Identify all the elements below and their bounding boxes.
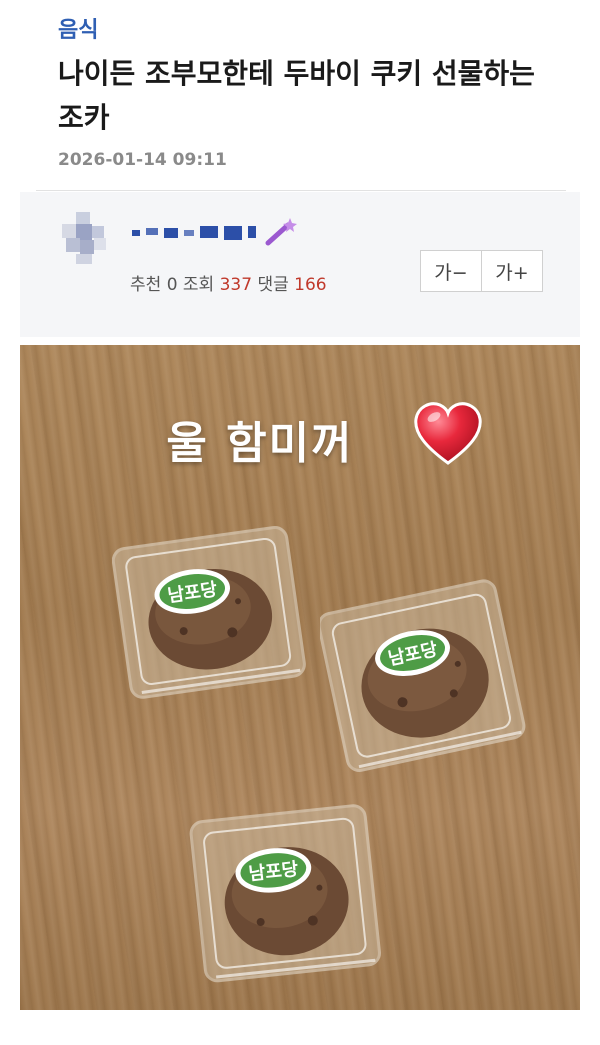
cookie-package: 남포당 xyxy=(188,795,388,995)
photo-caption-text: 울 함미꺼 xyxy=(166,418,354,469)
post-date: 2026-01-14 09:11 xyxy=(58,150,227,170)
cookie-package: 남포당 xyxy=(320,573,530,783)
photo-caption: 울 함미꺼 xyxy=(20,407,580,471)
comments-count[interactable]: 166 xyxy=(294,275,326,295)
post-category[interactable]: 음식 xyxy=(58,12,98,44)
wand-icon xyxy=(265,218,297,246)
views-count: 337 xyxy=(219,275,253,295)
recommend-label: 추천 xyxy=(130,275,162,295)
views-label: 조회 xyxy=(182,275,215,295)
heart-icon xyxy=(414,402,482,465)
avatar[interactable] xyxy=(62,212,114,264)
font-increase-button[interactable]: 가+ xyxy=(481,251,542,291)
post-stats: 추천 0 조회 337 댓글 166 xyxy=(130,270,327,295)
post-title: 나이든 조부모한테 두바이 쿠키 선물하는 조카 xyxy=(58,57,535,134)
divider xyxy=(36,190,566,191)
author-nickname[interactable] xyxy=(132,224,272,242)
cookie-package: 남포당 xyxy=(112,517,312,712)
recommend-count: 0 xyxy=(166,275,178,295)
post-photo[interactable]: 울 함미꺼 남포당 남포당 남포당 xyxy=(20,345,580,1010)
comments-label: 댓글 xyxy=(257,275,289,295)
font-size-controls: 가− 가+ xyxy=(420,250,543,292)
font-decrease-button[interactable]: 가− xyxy=(421,251,481,291)
post-meta-box: 추천 0 조회 337 댓글 166 가− 가+ xyxy=(20,192,580,337)
